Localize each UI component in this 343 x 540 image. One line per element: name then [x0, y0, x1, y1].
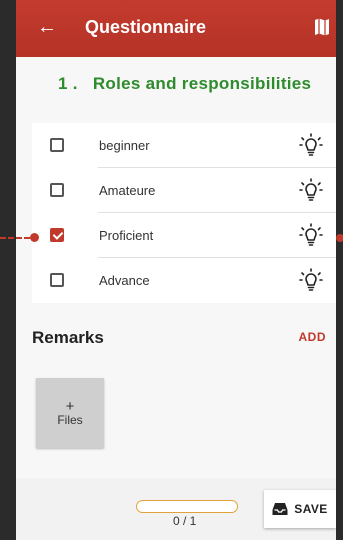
progress-bar	[136, 500, 238, 513]
connector-dot	[336, 234, 343, 242]
save-label: SAVE	[294, 502, 328, 516]
option-checkbox-checked[interactable]	[50, 228, 64, 242]
option-advance[interactable]: Advance	[32, 258, 336, 303]
option-label: Advance	[99, 273, 150, 288]
lightbulb-icon[interactable]	[298, 267, 324, 293]
option-amateure[interactable]: Amateure	[32, 168, 336, 213]
map-icon[interactable]	[314, 18, 330, 36]
inbox-tray-icon	[272, 503, 288, 515]
save-button[interactable]: SAVE	[264, 490, 336, 528]
questionnaire-screen: ← Questionnaire 1 . Roles and responsibi…	[16, 0, 336, 540]
add-remark-button[interactable]: ADD	[299, 330, 327, 344]
option-checkbox[interactable]	[50, 273, 64, 287]
remarks-heading: Remarks	[32, 328, 104, 347]
question-number: 1 .	[58, 74, 78, 93]
option-label: Amateure	[99, 183, 156, 198]
question-heading: 1 . Roles and responsibilities	[58, 74, 311, 94]
lightbulb-icon[interactable]	[298, 222, 324, 248]
option-label: Proficient	[99, 228, 154, 243]
option-checkbox[interactable]	[50, 183, 64, 197]
progress-count: 0 / 1	[173, 514, 197, 528]
options-list: beginner Amateure Proficient Advance	[32, 123, 336, 303]
page-title: Questionnaire	[85, 17, 207, 37]
option-beginner[interactable]: beginner	[32, 123, 336, 168]
left-edge	[0, 0, 16, 540]
option-proficient[interactable]: Proficient	[32, 213, 336, 258]
bottom-bar: 0 / 1 SAVE	[16, 478, 336, 540]
app-bar: ← Questionnaire	[16, 0, 336, 57]
connector-line	[0, 237, 30, 239]
lightbulb-icon[interactable]	[298, 177, 324, 203]
right-edge	[336, 0, 343, 540]
plus-icon: +	[65, 398, 75, 415]
connector-dot	[30, 233, 39, 242]
files-label: Files	[57, 413, 83, 427]
add-files-button[interactable]: + Files	[36, 378, 104, 448]
lightbulb-icon[interactable]	[298, 132, 324, 158]
option-label: beginner	[99, 138, 150, 153]
question-title: Roles and responsibilities	[92, 74, 312, 93]
option-checkbox[interactable]	[50, 138, 64, 152]
arrow-left-icon[interactable]: ←	[36, 16, 58, 38]
